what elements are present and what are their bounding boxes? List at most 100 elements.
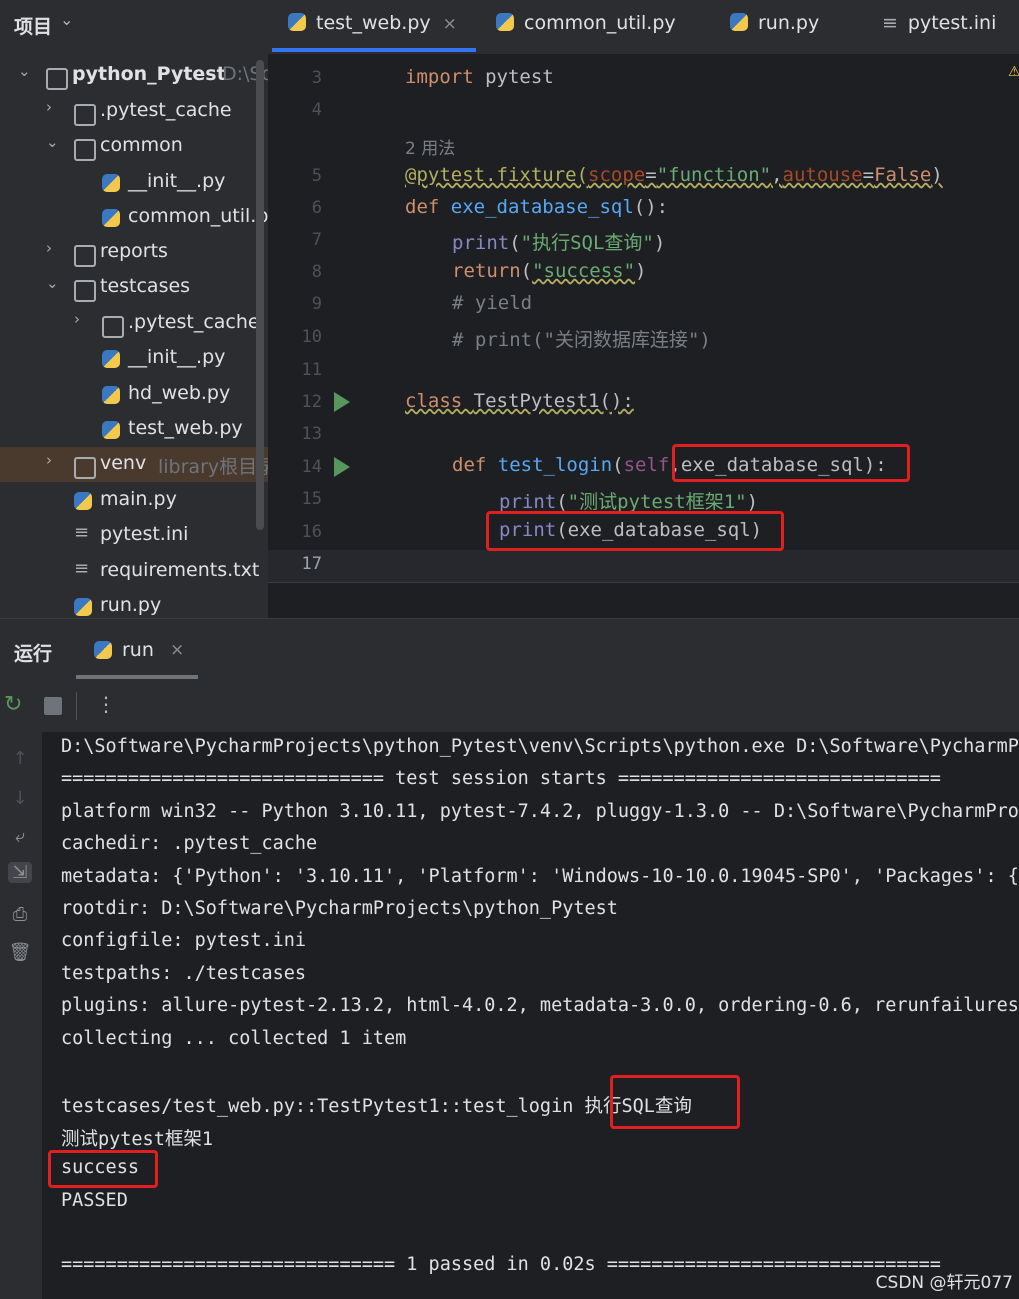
warning-icon[interactable]: ⚠ — [1008, 64, 1019, 80]
console-line: testpaths: ./testcases — [61, 962, 307, 984]
arrow-down-icon[interactable]: ↓ — [8, 788, 32, 809]
settings-file-icon: ≡ — [882, 12, 898, 34]
console-line: ============================== 1 passed … — [61, 1254, 941, 1276]
line-number: 12 — [301, 392, 322, 412]
line-number: 7 — [311, 230, 322, 250]
line-number: 16 — [301, 522, 322, 542]
python-file-icon — [496, 13, 514, 31]
tree-item[interactable]: __init__.py — [0, 341, 268, 376]
tree-item[interactable]: ⌄ common — [0, 129, 268, 164]
run-gutter-icon[interactable] — [334, 392, 350, 412]
tree-item[interactable]: ⌄ testcases — [0, 270, 268, 305]
stop-icon[interactable] — [44, 697, 62, 715]
tree-item[interactable]: › venv library根目录 — [0, 447, 268, 482]
project-panel: 项目 ⌄ ⌄python_PytestD:\So›.pytest_cache⌄c… — [0, 0, 268, 618]
console-line: configfile: pytest.ini — [61, 930, 307, 952]
console-line: cachedir: .pytest_cache — [61, 833, 318, 855]
chevron-right-icon[interactable]: › — [74, 310, 80, 328]
tree-item[interactable]: run.py — [0, 589, 268, 618]
more-options-icon[interactable]: ⋮ — [96, 692, 116, 716]
tab-run[interactable]: run.py — [730, 12, 819, 34]
console-line: metadata: {'Python': '3.10.11', 'Platfor… — [61, 865, 1019, 887]
console-line: D:\Software\PycharmProjects\python_Pytes… — [61, 736, 1019, 757]
tree-item-label: testcases — [100, 275, 191, 297]
line-number: 17 — [301, 554, 322, 574]
chevron-down-icon[interactable]: ⌄ — [60, 10, 73, 29]
close-icon[interactable]: × — [443, 14, 457, 34]
tree-item[interactable]: ⌄python_PytestD:\So — [0, 58, 268, 93]
tab-label: pytest.ini — [907, 12, 997, 34]
divider — [76, 692, 77, 720]
console-output[interactable]: D:\Software\PycharmProjects\python_Pytes… — [42, 732, 1019, 1299]
chevron-right-icon[interactable]: › — [46, 239, 52, 257]
chevron-down-icon[interactable]: ⌄ — [18, 62, 31, 80]
tree-item[interactable]: › .pytest_cache — [0, 94, 268, 129]
line-number: 13 — [301, 424, 322, 444]
tree-item[interactable]: common_util.py — [0, 200, 268, 235]
tree-item-label: .pytest_cache — [100, 99, 232, 121]
editor-tabs: test_web.py × common_util.py run.py ≡ pyte… — [268, 0, 1019, 55]
tree-item[interactable]: hd_web.py — [0, 377, 268, 412]
line-number: 15 — [301, 489, 322, 509]
tab-common-util[interactable]: common_util.py — [496, 12, 676, 34]
line-number: 3 — [311, 68, 322, 88]
watermark: CSDN @轩元077 — [875, 1273, 1013, 1293]
tree-item[interactable]: ≡ pytest.ini — [0, 518, 268, 553]
tree-item-label: __init__.py — [128, 346, 226, 368]
tree-item[interactable]: main.py — [0, 483, 268, 518]
console-line: plugins: allure-pytest-2.13.2, html-4.0.… — [61, 995, 1019, 1017]
tree-item[interactable]: › .pytest_cache — [0, 306, 268, 341]
tab-label: test_web.py — [316, 12, 431, 34]
tree-item-label: hd_web.py — [128, 382, 231, 404]
console-line: platform win32 -- Python 3.10.11, pytest… — [61, 800, 1019, 822]
code-editor[interactable]: ⚠ 3 4 5 6 7 8 9 10 11 12 13 14 15 16 17 … — [268, 54, 1019, 618]
python-file-icon — [102, 421, 120, 439]
tree-item-extra: library根目录 — [158, 456, 268, 478]
code-line-15: print("测试pytest框架1") — [499, 491, 759, 513]
tab-pytest-ini[interactable]: ≡ pytest.ini — [882, 12, 996, 34]
folder-icon — [46, 68, 68, 90]
divider — [268, 582, 1019, 583]
tree-item[interactable]: test_web.py — [0, 412, 268, 447]
run-tab-label[interactable]: run — [122, 639, 154, 661]
tree-item[interactable]: ≡ requirements.txt — [0, 554, 268, 589]
soft-wrap-icon[interactable]: ⤶ — [8, 826, 32, 847]
run-gutter-icon[interactable] — [334, 457, 350, 477]
chevron-right-icon[interactable]: › — [46, 451, 52, 469]
project-title[interactable]: 项目 — [14, 12, 52, 39]
chevron-right-icon[interactable]: › — [46, 98, 52, 116]
chevron-down-icon[interactable]: ⌄ — [46, 133, 59, 151]
folder-icon — [74, 104, 96, 126]
line-number: 6 — [311, 198, 322, 218]
line-number: 14 — [301, 457, 322, 477]
arrow-up-icon[interactable]: ↑ — [8, 748, 32, 769]
trash-icon[interactable]: 🗑 — [8, 942, 32, 963]
line-number: 5 — [311, 166, 322, 186]
python-file-icon — [94, 641, 112, 659]
highlight-box — [486, 511, 784, 551]
line-number: 8 — [311, 262, 322, 282]
package-icon — [74, 139, 96, 161]
chevron-down-icon[interactable]: ⌄ — [46, 274, 59, 292]
usage-hint[interactable]: 2 用法 — [405, 134, 455, 159]
console-line: 测试pytest框架1 — [61, 1128, 213, 1150]
highlight-box — [48, 1150, 158, 1188]
tree-item[interactable]: __init__.py — [0, 165, 268, 200]
console-line: PASSED — [61, 1189, 128, 1211]
project-header[interactable]: 项目 ⌄ — [0, 0, 268, 48]
line-number: 9 — [311, 294, 322, 314]
print-icon[interactable]: ⎙ — [8, 904, 32, 925]
run-sidebar: ↑ ↓ ⤶ ⇲ ⎙ 🗑 — [0, 732, 42, 1299]
project-scrollbar[interactable] — [256, 60, 264, 530]
folder-icon — [102, 316, 124, 338]
tab-test-web[interactable]: test_web.py × — [288, 12, 457, 34]
tree-item-label: main.py — [100, 488, 177, 510]
python-file-icon — [730, 13, 748, 31]
tree-item-label: .pytest_cache — [128, 311, 260, 333]
close-icon[interactable]: × — [170, 640, 184, 660]
tree-item[interactable]: › reports — [0, 235, 268, 270]
rerun-icon[interactable]: ↻ — [4, 692, 22, 717]
scroll-to-end-icon[interactable]: ⇲ — [8, 862, 32, 883]
active-tab-indicator — [272, 48, 476, 52]
code-line-8: return("success") — [452, 260, 647, 282]
